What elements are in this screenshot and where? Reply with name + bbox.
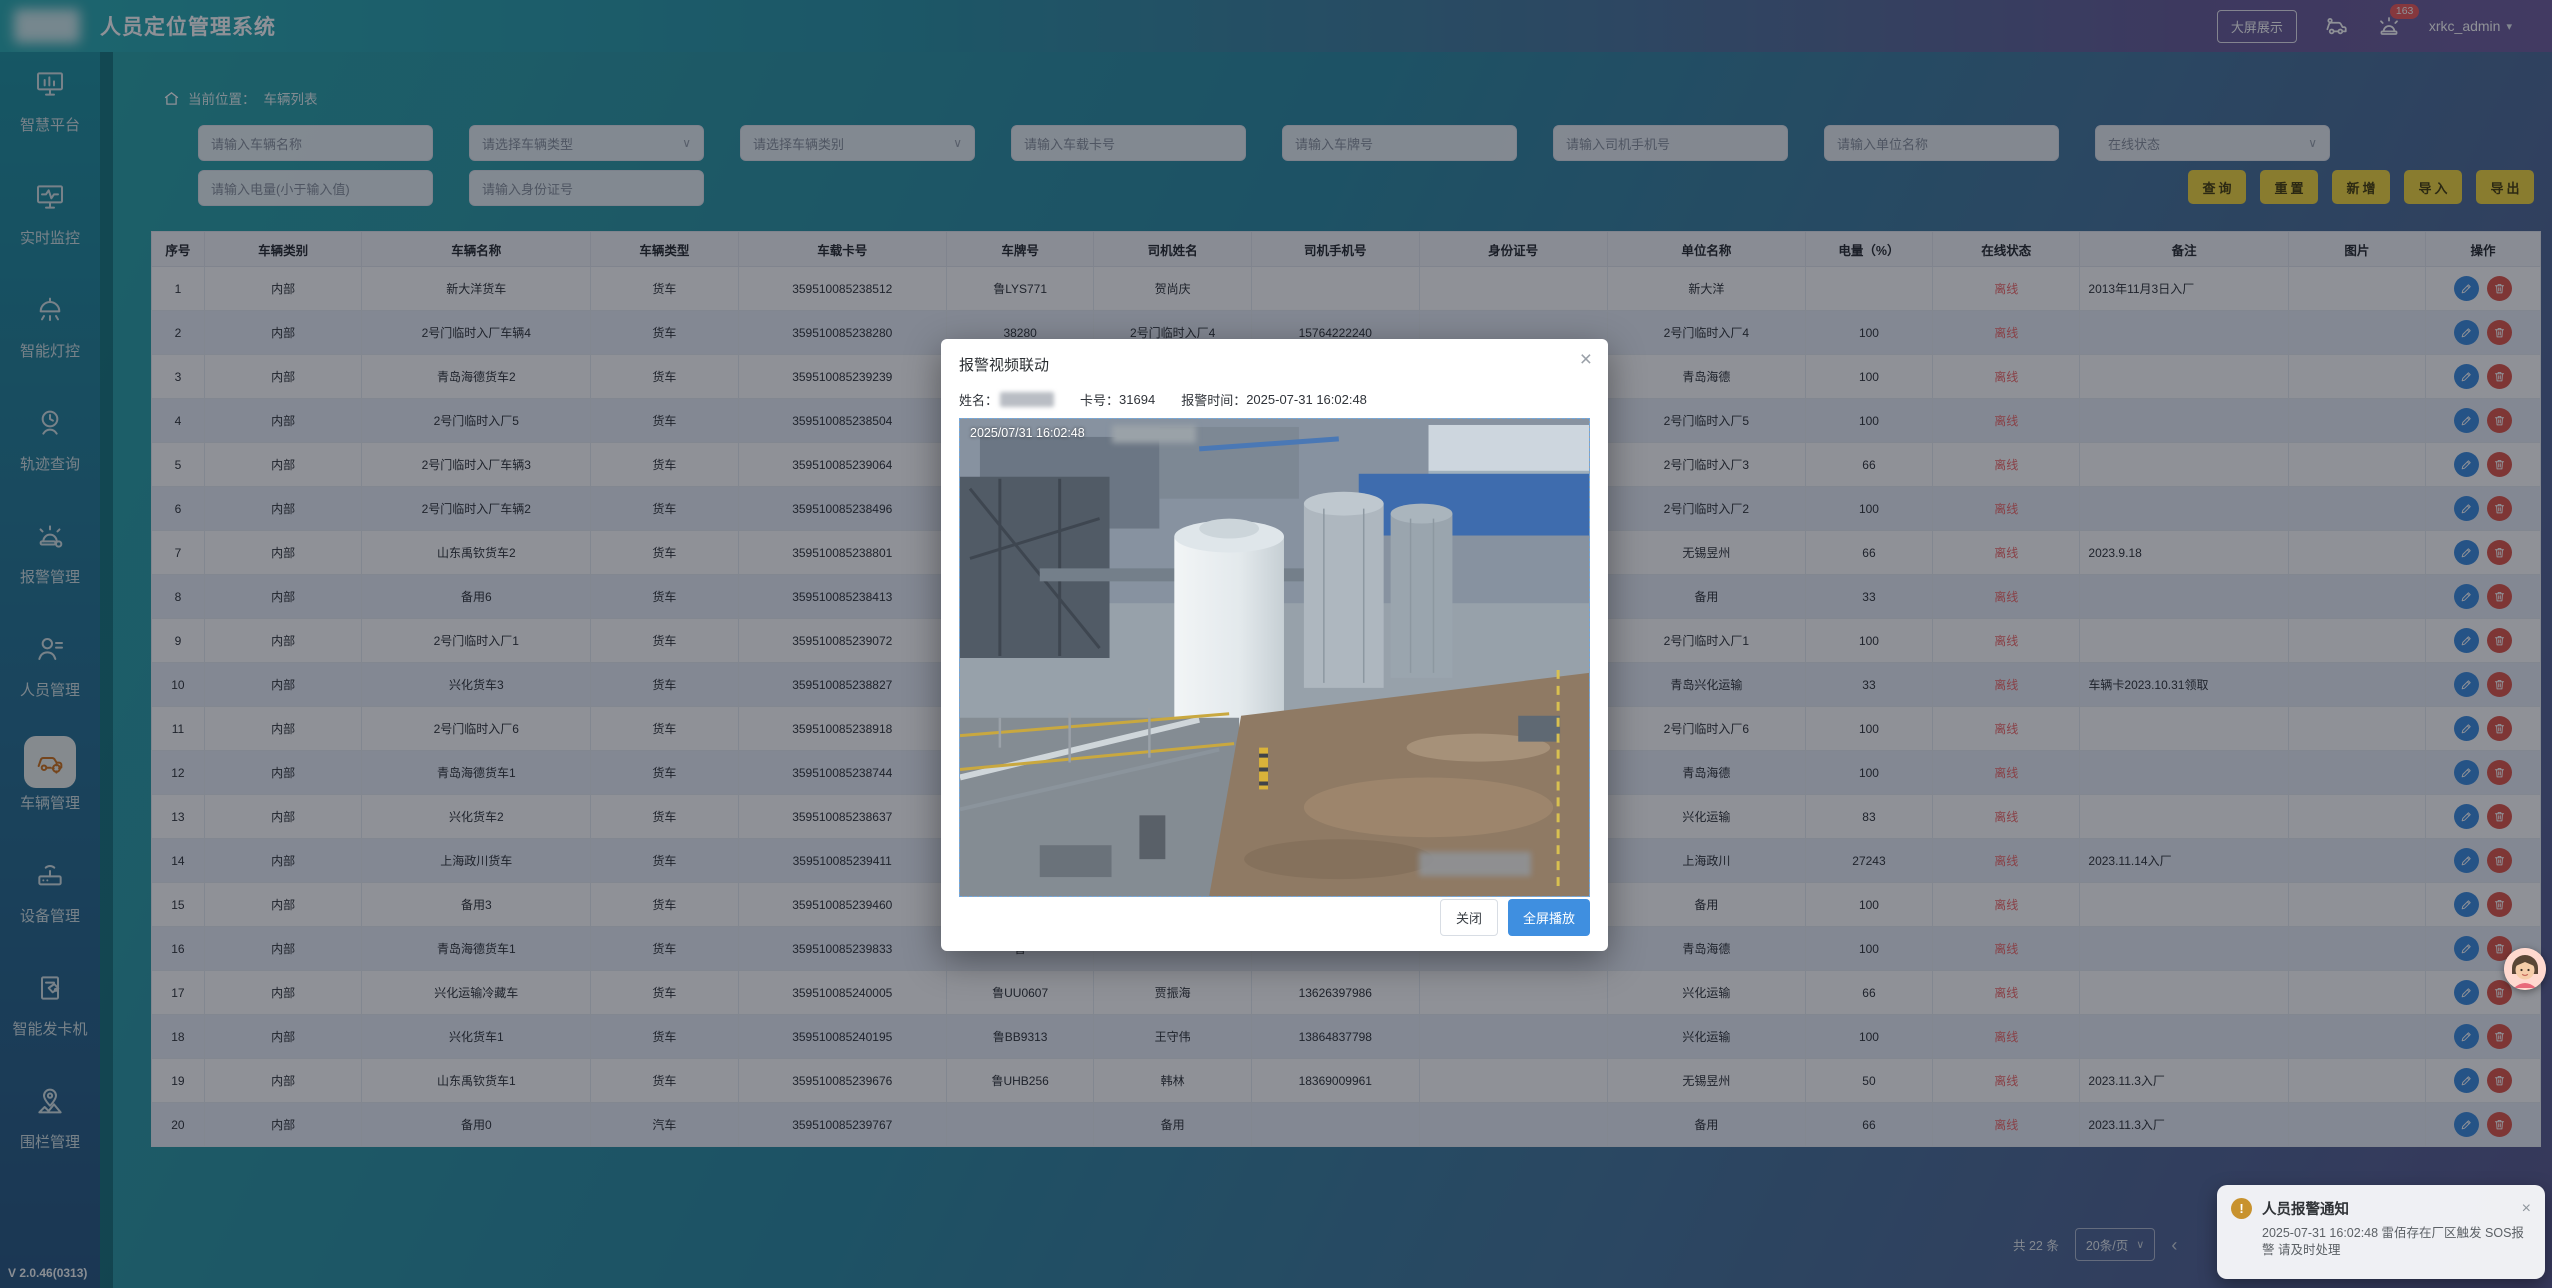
- plant-camera-view: [960, 419, 1589, 896]
- redacted-watermark: [1419, 852, 1531, 876]
- alarm-info-line: 姓名： 卡号： 31694 报警时间： 2025-07-31 16:02:48: [959, 390, 1590, 409]
- toast-body: 2025-07-31 16:02:48 雷佰存在厂区触发 SOS报警 请及时处理: [2262, 1225, 2532, 1259]
- close-icon[interactable]: ×: [1580, 350, 1592, 370]
- toast-close-icon[interactable]: ×: [2522, 1200, 2531, 1218]
- card-number: 31694: [1119, 392, 1155, 407]
- assistant-avatar[interactable]: [2504, 948, 2546, 990]
- name-label: 姓名：: [959, 390, 998, 409]
- close-button[interactable]: 关闭: [1440, 899, 1498, 936]
- alarm-video-frame[interactable]: 2025/07/31 16:02:48: [959, 418, 1590, 897]
- toast-title: 人员报警通知: [2262, 1198, 2349, 1219]
- video-timestamp: 2025/07/31 16:02:48: [970, 426, 1085, 440]
- alarm-notification-toast: ! 人员报警通知 × 2025-07-31 16:02:48 雷佰存在厂区触发 …: [2217, 1185, 2545, 1279]
- modal-title: 报警视频联动: [959, 339, 1590, 375]
- alarm-video-modal: 报警视频联动 × 姓名： 卡号： 31694 报警时间： 2025-07-31 …: [941, 339, 1608, 951]
- redacted-overlay: [1112, 425, 1196, 443]
- alarm-time-value: 2025-07-31 16:02:48: [1246, 392, 1367, 407]
- modal-footer: 关闭 全屏播放: [1440, 899, 1590, 936]
- alarm-time-label: 报警时间：: [1181, 390, 1246, 409]
- card-label: 卡号：: [1080, 390, 1119, 409]
- warning-icon: !: [2231, 1198, 2252, 1219]
- fullscreen-play-button[interactable]: 全屏播放: [1508, 899, 1590, 936]
- redacted-name: [1000, 392, 1054, 407]
